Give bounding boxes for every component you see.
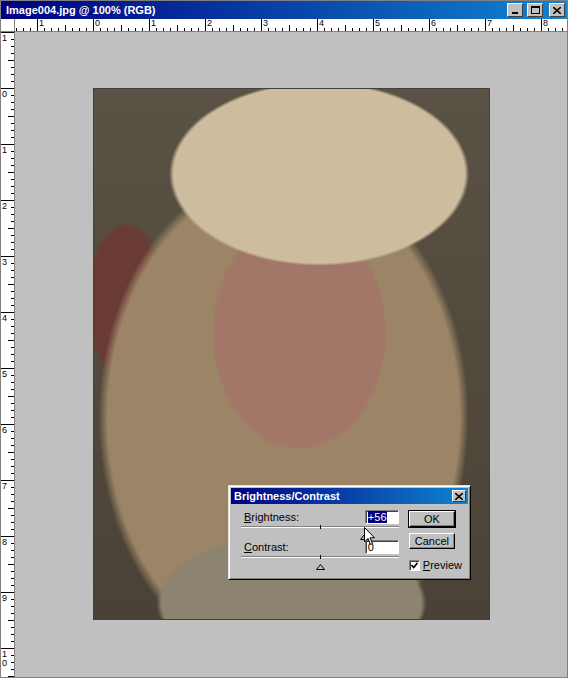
brightness-contrast-dialog: Brightness/Contrast Brightness: +56 Contras… — [228, 485, 471, 580]
dialog-title: Brightness/Contrast — [234, 490, 340, 502]
ruler-label: 3 — [2, 256, 7, 267]
ruler-label: 6 — [2, 424, 7, 435]
value-selection: +56 — [368, 511, 387, 523]
close-icon — [455, 493, 463, 500]
ok-button[interactable]: OK — [409, 511, 455, 527]
maximize-button[interactable] — [527, 3, 543, 17]
vertical-ruler[interactable]: 1012345678910 — [1, 32, 15, 677]
ruler-label: 2 — [205, 19, 212, 28]
value-text: +56 — [368, 511, 387, 523]
cursor-icon — [364, 527, 376, 546]
ruler-label: 8 — [2, 536, 7, 547]
maximize-icon — [531, 6, 540, 14]
preview-checkbox[interactable]: Preview — [409, 559, 462, 571]
dialog-title-bar[interactable]: Brightness/Contrast — [231, 488, 468, 504]
minimize-icon — [511, 6, 519, 14]
ruler-label: 4 — [317, 19, 324, 28]
ruler-label: 4 — [2, 312, 7, 323]
dialog-close-button[interactable] — [452, 490, 466, 502]
ruler-label: 0 — [2, 88, 7, 99]
close-button[interactable] — [549, 3, 565, 17]
ruler-label: 1 — [149, 19, 156, 28]
ruler-label: 5 — [2, 368, 7, 379]
ruler-label: 3 — [261, 19, 268, 28]
ruler-label: 5 — [373, 19, 380, 28]
ruler-label: 0 — [93, 19, 100, 28]
thumb-icon — [316, 564, 325, 570]
slider-label: Brightness: — [241, 511, 299, 523]
slider-label: Contrast: — [241, 541, 289, 553]
ruler-label: 2 — [2, 200, 7, 211]
ruler-label: 7 — [485, 19, 492, 28]
close-icon — [553, 7, 561, 14]
button-label: Cancel — [415, 535, 449, 547]
slider-row: Brightness: +56 — [241, 510, 399, 532]
ruler-label: 8 — [541, 19, 548, 28]
value-field[interactable]: +56 — [365, 510, 399, 524]
title-bar[interactable]: Image004.jpg @ 100% (RGB) — [1, 1, 567, 19]
ruler-label: 1 — [2, 144, 7, 155]
button-label: OK — [424, 513, 440, 525]
document-canvas[interactable]: Brightness/Contrast Brightness: +56 Contras… — [15, 32, 567, 677]
slider-track[interactable] — [241, 555, 399, 562]
cancel-button[interactable]: Cancel — [409, 533, 455, 549]
slider-row: Contrast:0 — [241, 540, 399, 562]
checkbox-box[interactable] — [409, 560, 420, 571]
minimize-button[interactable] — [507, 3, 523, 17]
ruler-label: 7 — [2, 480, 7, 491]
ruler-label: 9 — [2, 592, 7, 603]
slider-thumb[interactable] — [316, 556, 325, 562]
ruler-label: 1 — [2, 32, 7, 43]
window-title: Image004.jpg @ 100% (RGB) — [4, 4, 503, 16]
ruler-label: 1 — [37, 19, 44, 28]
ruler-label: 10 — [2, 648, 7, 668]
check-icon — [411, 562, 418, 569]
preview-label: Preview — [423, 559, 462, 571]
slider-track[interactable] — [241, 525, 399, 532]
horizontal-ruler[interactable]: 1 0 1 2 3 4 5 6 7 8 — [15, 19, 567, 32]
ruler-label: 6 — [429, 19, 436, 28]
ruler-corner[interactable] — [1, 19, 15, 32]
